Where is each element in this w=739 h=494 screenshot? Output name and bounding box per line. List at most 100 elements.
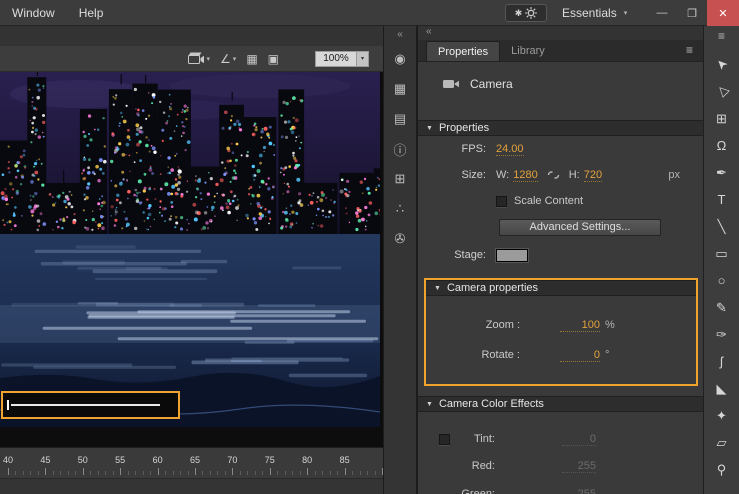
menu-help[interactable]: Help [67, 0, 116, 26]
menu-items: Window Help [0, 0, 115, 26]
line-tool[interactable]: ╲ [709, 213, 735, 240]
camera-slider[interactable] [3, 393, 178, 417]
rectangle-tool[interactable]: ▭ [709, 240, 735, 267]
scale-content-checkbox[interactable] [496, 195, 507, 207]
rotate-value[interactable]: 0 [560, 349, 600, 362]
workspace-switcher[interactable]: Essentials ▾ [562, 0, 627, 26]
fps-row: FPS: 24.00 [418, 136, 704, 162]
oval-tool[interactable]: ○ [709, 267, 735, 294]
close-button[interactable]: ✕ [707, 0, 739, 26]
green-value[interactable]: 255 [562, 488, 596, 494]
settings-button[interactable]: ✱ [505, 4, 547, 22]
rotation-icon: ∠ [220, 51, 231, 66]
pen-tool[interactable]: ✒ [709, 159, 735, 186]
camera-slider-marker[interactable] [7, 400, 9, 410]
properties-panel: « Properties Library ≡ Camera ▼ Properti… [417, 26, 704, 494]
swatches-panel-icon[interactable]: ▦ [389, 80, 411, 98]
stage-zoom-select[interactable]: 100% ▾ [315, 50, 369, 67]
triangle-down-icon: ▼ [426, 400, 433, 408]
zoom-value[interactable]: 100 [560, 319, 600, 332]
pencil-tool[interactable]: ✎ [709, 294, 735, 321]
align-panel-icon[interactable]: ▤ [389, 110, 411, 128]
fps-value[interactable]: 24.00 [496, 143, 524, 156]
highlight-box [1, 391, 180, 419]
text-tool[interactable]: T [709, 186, 735, 213]
zoom-tool[interactable]: ⚲ [709, 456, 735, 483]
red-label: Red: [471, 460, 495, 472]
size-label: Size: [461, 169, 486, 181]
width-label: W: [496, 169, 510, 181]
section-header-camera-color-effects[interactable]: ▼ Camera Color Effects [418, 396, 704, 412]
timeline-ruler[interactable]: 40 45 50 55 60 65 70 75 80 85 [0, 448, 383, 494]
subselection-tool[interactable]: ▷ [709, 78, 735, 105]
stage-color-row: Stage: [418, 240, 704, 270]
timeline-tick-label: 55 [115, 455, 126, 465]
width-value[interactable]: 1280 [513, 169, 538, 182]
color-panel-icon[interactable]: ◉ [389, 50, 411, 68]
tint-row: Tint: 0 [418, 426, 704, 452]
maximize-button[interactable]: ❐ [677, 0, 707, 26]
stage-color-swatch[interactable] [495, 247, 529, 263]
section-header-camera-properties[interactable]: ▼ Camera properties [426, 280, 696, 296]
height-value[interactable]: 720 [583, 169, 603, 182]
minimize-button[interactable]: — [647, 0, 677, 26]
timeline-tick-label: 50 [77, 455, 88, 465]
panel-menu-icon[interactable]: ≡ [686, 43, 693, 57]
rotation-button[interactable]: ∠ ▾ [220, 53, 236, 65]
menu-window[interactable]: Window [0, 0, 67, 26]
transform-panel-icon[interactable]: ⊞ [389, 170, 411, 188]
free-transform-tool[interactable]: ⊞ [709, 105, 735, 132]
panel-dock-strip: « ◉ ▦ ▤ ⓘ ⊞ ∴ ✇ [383, 26, 417, 494]
selection-tool[interactable]: ➤ [709, 51, 735, 78]
clip-content-button[interactable]: ▣ [268, 53, 279, 65]
grid-button[interactable]: ▦ [246, 53, 257, 65]
timeline-tick-label: 80 [302, 455, 313, 465]
info-panel-icon[interactable]: ⓘ [389, 140, 411, 158]
stage-scrollbar-horizontal[interactable] [0, 427, 383, 447]
motion-presets-panel-icon[interactable]: ✇ [389, 230, 411, 248]
chevron-down-icon: ▾ [206, 55, 211, 63]
tab-properties[interactable]: Properties [426, 41, 501, 61]
stage-canvas[interactable] [0, 72, 380, 427]
timeline-tick-label: 45 [40, 455, 51, 465]
chevron-down-icon: ▾ [356, 51, 368, 66]
camera-slider-track[interactable] [11, 404, 160, 406]
chevron-down-icon: ▾ [623, 10, 628, 17]
camera-toggle-button[interactable]: ▾ [187, 52, 211, 65]
collapse-panel-button[interactable]: « [426, 26, 432, 37]
bone-tool[interactable]: ʃ [709, 348, 735, 375]
eraser-tool[interactable]: ▱ [709, 429, 735, 456]
green-label: Green: [461, 488, 495, 494]
scale-content-label: Scale Content [514, 195, 584, 207]
timeline-tick-label: 60 [152, 455, 163, 465]
rotate-row: Rotate : 0 ° [426, 340, 696, 370]
red-row: Red: 255 [418, 452, 704, 480]
history-panel-icon[interactable]: ∴ [389, 200, 411, 218]
stage-artwork [0, 72, 380, 427]
lasso-tool[interactable]: Ω [709, 132, 735, 159]
tint-value[interactable]: 0 [562, 433, 596, 446]
advanced-settings-row: Advanced Settings... [418, 214, 704, 240]
link-dimensions-icon[interactable] [547, 170, 560, 180]
selected-object-row: Camera [418, 62, 704, 106]
tint-checkbox[interactable] [439, 433, 450, 445]
animate-application-window: Window Help ✱ Essentials ▾ — ❐ ✕ ▾ ∠ ▾ ▦… [0, 0, 739, 494]
rotate-unit: ° [605, 349, 610, 361]
advanced-settings-button[interactable]: Advanced Settings... [499, 218, 661, 236]
paint-bucket-tool[interactable]: ◣ [709, 375, 735, 402]
timeline-tick-label: 70 [227, 455, 238, 465]
red-value[interactable]: 255 [562, 460, 596, 473]
collapse-panels-button[interactable]: « [397, 29, 403, 40]
section-header-properties[interactable]: ▼ Properties [418, 120, 704, 136]
timeline-panel: 40 45 50 55 60 65 70 75 80 85 [0, 447, 383, 494]
tools-panel: ≡ ➤ ▷ ⊞ Ω ✒ T ╲ ▭ ○ ✎ ✑ ʃ ◣ ✦ ▱ ⚲ [703, 26, 739, 494]
triangle-down-icon: ▼ [434, 284, 441, 292]
tab-library[interactable]: Library [500, 41, 556, 61]
brush-tool[interactable]: ✑ [709, 321, 735, 348]
window-controls: — ❐ ✕ [647, 0, 739, 26]
timeline-tick-label: 75 [264, 455, 275, 465]
grid-icon: ▦ [246, 51, 258, 66]
panel-menu-icon[interactable]: ≡ [718, 29, 725, 43]
properties-content: Camera ▼ Properties FPS: 24.00 Size: W: … [418, 62, 704, 494]
eyedropper-tool[interactable]: ✦ [709, 402, 735, 429]
